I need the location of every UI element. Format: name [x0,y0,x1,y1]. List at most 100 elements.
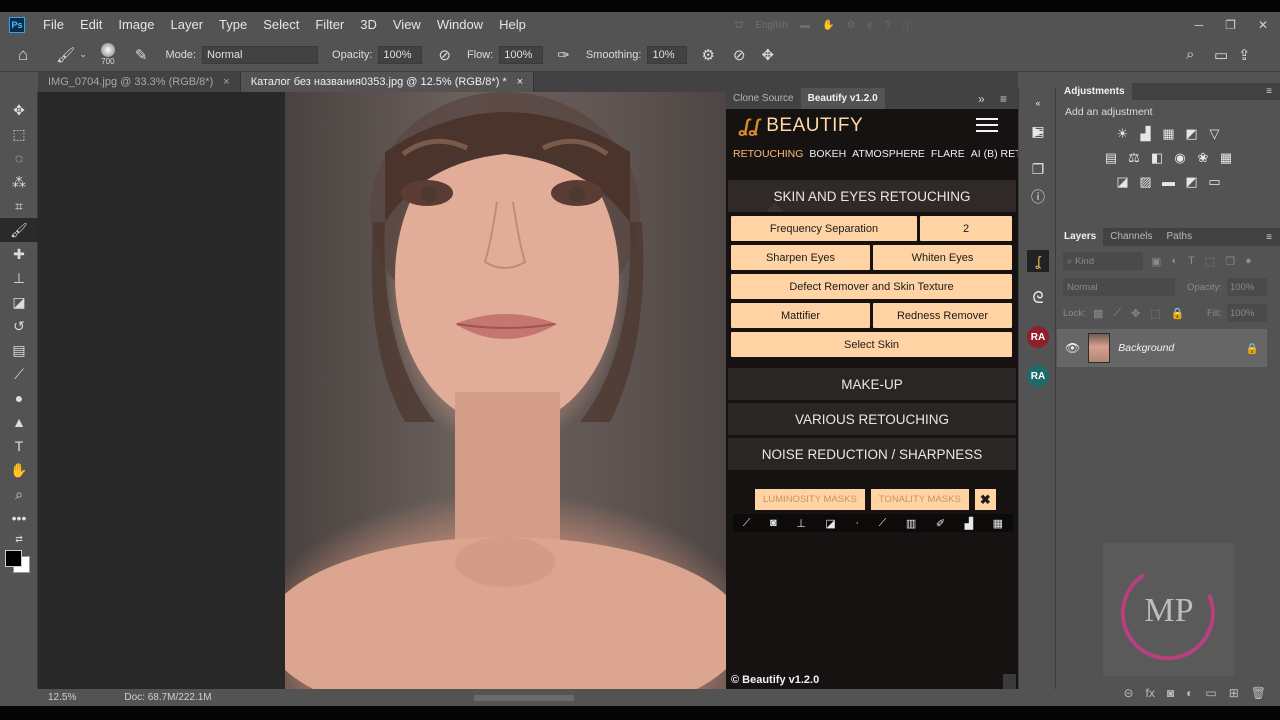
visibility-eye-icon[interactable]: 👁 [1065,341,1080,355]
zoom-level[interactable]: 12.5% [48,692,76,703]
new-adjustment-icon[interactable]: ◐ [1186,686,1193,700]
redness-remover-button[interactable]: Redness Remover [873,303,1012,328]
pressure-opacity-icon[interactable]: ⊘ [438,46,451,64]
dodge-tool-icon[interactable]: ● [0,386,38,410]
tray-help-icon[interactable]: ? [885,20,891,31]
opacity-input[interactable]: 100% [378,45,423,64]
magic-wand-tool-icon[interactable]: ⁂ [0,170,38,194]
tray-gear-icon[interactable]: ⚙ [847,20,856,31]
swap-colors-icon[interactable]: ⇄ [0,530,38,548]
layer-name[interactable]: Background [1118,342,1174,354]
tray-minus-icon[interactable]: ▬ [800,20,810,31]
select-skin-button[interactable]: Select Skin [731,332,1012,357]
lock-paint-icon[interactable]: ⟋ [1113,307,1121,320]
layer-opacity-input[interactable]: 100% [1227,278,1267,296]
gradient-icon[interactable]: ▥ [906,517,916,530]
ra-extension-red-icon[interactable]: RA [1027,326,1049,348]
horizontal-scrollbar[interactable] [474,694,574,701]
tray-pin-icon[interactable]: ✋ [822,20,834,31]
close-icon[interactable]: ✕ [1258,18,1268,32]
color-lookup-icon[interactable]: ▦ [1218,150,1235,166]
menu-window[interactable]: Window [429,12,491,38]
close-tab-icon[interactable]: × [223,76,229,88]
curves-icon[interactable]: ▦ [1160,126,1177,142]
crop-tool-icon[interactable]: ⌗ [0,194,38,218]
workspace-icon[interactable]: ▭ [1214,46,1228,64]
menu-edit[interactable]: Edit [72,12,110,38]
channel-mixer-icon[interactable]: ❀ [1195,150,1212,166]
nav-flare[interactable]: FLARE [931,148,965,162]
layer-style-icon[interactable]: fx [1146,686,1155,700]
adjustment-filter-icon[interactable]: ◐ [1171,255,1178,267]
brush-size-picker[interactable]: 700 [100,43,115,66]
history-brush-tool-icon[interactable]: ↺ [0,314,38,338]
menu-image[interactable]: Image [110,12,162,38]
pixel-filter-icon[interactable]: ▣ [1151,255,1161,268]
tab-adjustments[interactable]: Adjustments [1057,83,1132,100]
lock-artboard-icon[interactable]: ⬚ [1150,307,1160,320]
black-white-icon[interactable]: ◧ [1149,150,1166,166]
section-make-up[interactable]: MAKE-UP [728,368,1016,400]
menu-type[interactable]: Type [211,12,255,38]
language-indicator[interactable]: English [755,20,788,31]
tab-img-0704[interactable]: IMG_0704.jpg @ 33.3% (RGB/8*) × [38,72,241,92]
layer-lock-icon[interactable]: 🔒 [1246,342,1259,355]
defect-remover-button[interactable]: Defect Remover and Skin Texture [731,274,1012,299]
eraser-icon[interactable]: ◪ [825,517,835,530]
invert-icon[interactable]: ◪ [1114,174,1131,190]
dot-icon[interactable]: · [855,517,859,529]
paint-brush-icon[interactable]: ⟋ [879,517,887,530]
delete-layer-icon[interactable]: 🗑 [1251,686,1266,700]
libraries-icon[interactable]: ❐ [1027,158,1049,180]
gradient-tool-icon[interactable]: ▤ [0,338,38,362]
share-icon[interactable]: ⇪ [1238,46,1251,64]
frequency-value-field[interactable]: 2 [920,216,1012,241]
tab-catalog-0353[interactable]: Каталог без названия0353.jpg @ 12.5% (RG… [240,72,535,92]
menu-file[interactable]: File [35,12,72,38]
panel-resize-handle[interactable] [1003,674,1016,689]
airbrush-icon[interactable]: ✑ [557,46,570,64]
grid-icon[interactable]: ▦ [993,517,1003,530]
type-tool-icon[interactable]: T [0,434,38,458]
brush-tool-preset-icon[interactable]: 🖌 [56,46,75,64]
collapse-arrows-icon[interactable]: « [1027,92,1049,114]
vibrance-icon[interactable]: ▽ [1206,126,1223,142]
brush-settings-icon[interactable]: ✎ [135,46,148,64]
stamp-icon[interactable]: ⊥ [796,517,806,530]
shape-filter-icon[interactable]: ⬚ [1205,255,1215,268]
zoom-tool-icon[interactable]: ⌕ [0,482,38,506]
tab-paths[interactable]: Paths [1160,228,1200,246]
new-group-icon[interactable]: ▭ [1205,686,1216,700]
menu-3d[interactable]: 3D [352,12,385,38]
levels-icon[interactable]: ▟ [1137,126,1154,142]
levels-icon[interactable]: ▟ [965,517,973,530]
nav-atmosphere[interactable]: ATMOSPHERE [852,148,925,162]
document-image[interactable] [265,92,745,720]
selective-color-icon[interactable]: ◩ [1183,174,1200,190]
tab-beautify[interactable]: Beautify v1.2.0 [800,88,885,109]
eraser-tool-icon[interactable]: ◪ [0,290,38,314]
photo-filter-icon[interactable]: ◉ [1172,150,1189,166]
panel-menu-icon[interactable]: ≡ [1000,92,1007,106]
close-tab-icon[interactable]: × [517,76,523,88]
extension-swirl-icon[interactable]: ᘓ [1027,288,1049,310]
marquee-tool-icon[interactable]: ⬚ [0,122,38,146]
hue-saturation-icon[interactable]: ▤ [1103,150,1120,166]
home-icon[interactable]: ⌂ [18,45,28,65]
gradient-map-icon[interactable]: ▭ [1206,174,1223,190]
exposure-icon[interactable]: ◩ [1183,126,1200,142]
play-actions-icon[interactable]: ▶ [1027,120,1049,142]
mode-select[interactable]: Normal [202,45,319,64]
more-tools-icon[interactable]: ••• [0,506,38,530]
sharpen-eyes-button[interactable]: Sharpen Eyes [731,245,870,270]
tray-edge-icon[interactable]: e [868,20,874,31]
mask-icon[interactable]: ◙ [770,517,777,529]
move-tool-icon[interactable]: ✥ [0,98,38,122]
filter-kind-select[interactable]: ⌕ Kind [1063,252,1143,270]
layer-row-background[interactable]: 👁 Background 🔒 [1057,329,1267,367]
menu-view[interactable]: View [385,12,429,38]
hand-tool-icon[interactable]: ✋ [0,458,38,482]
brightness-contrast-icon[interactable]: ☀ [1114,126,1131,142]
smart-object-filter-icon[interactable]: ❐ [1225,255,1235,268]
mattifier-button[interactable]: Mattifier [731,303,870,328]
